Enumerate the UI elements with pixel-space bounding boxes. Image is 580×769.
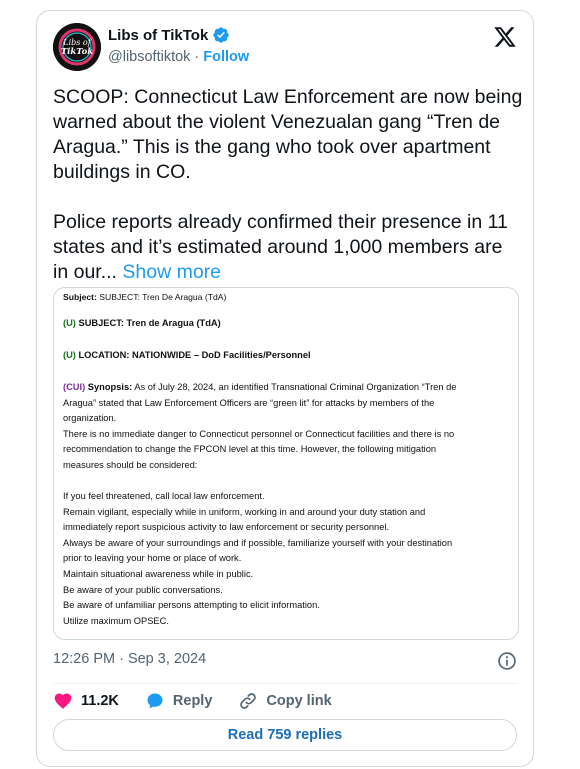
like-button[interactable]: 11.2K	[53, 691, 119, 711]
doc-measure-line: Be aware of unfamiliar persons attemptin…	[63, 600, 320, 610]
doc-synopsis-line: recommendation to change the FPCON level…	[63, 444, 437, 454]
avatar[interactable]: Libs of TikTok	[53, 23, 101, 71]
doc-measure-line: Be aware of your public conversations.	[63, 585, 223, 595]
avatar-image: Libs of TikTok	[53, 23, 101, 71]
verified-badge-icon	[212, 26, 230, 44]
tweet-text: SCOOP: Connecticut Law Enforcement are n…	[53, 85, 523, 285]
doc-synopsis-line: There is no immediate danger to Connecti…	[63, 429, 455, 439]
doc-measure-line: Remain vigilant, especially while in uni…	[63, 507, 426, 517]
like-count: 11.2K	[81, 693, 119, 709]
timestamp[interactable]: 12:26 PM · Sep 3, 2024	[53, 651, 206, 667]
read-replies-label: Read 759 replies	[227, 727, 343, 743]
read-replies-button[interactable]: Read 759 replies	[53, 719, 517, 751]
avatar-text-line1: Libs of	[62, 38, 92, 47]
heart-icon	[54, 693, 72, 709]
doc-synopsis-line: Aragua” stated that Law Enforcement Offi…	[63, 398, 435, 408]
display-name[interactable]: Libs of TikTok	[108, 27, 208, 44]
reply-button[interactable]: Reply	[145, 691, 213, 711]
attached-document-image[interactable]: Subject: SUBJECT: Tren De Aragua (TdA) (…	[53, 287, 519, 640]
action-bar: 11.2K Reply Copy link	[53, 689, 358, 713]
doc-measure-line: prior to leaving your home or place of w…	[63, 553, 242, 563]
doc-synopsis-line: measures should be considered:	[63, 460, 198, 470]
follow-button[interactable]: Follow	[203, 49, 249, 65]
doc-measure-line: Always be aware of your surroundings and…	[63, 538, 453, 548]
handle-row: @libsoftiktok · Follow	[108, 49, 249, 65]
tweet-header: Libs of TikTok Libs of TikTok @libsoftik…	[53, 23, 517, 71]
show-more-link[interactable]: Show more	[122, 261, 221, 283]
reply-bubble-icon	[147, 693, 163, 709]
avatar-text-line2: TikTok	[61, 47, 93, 57]
doc-measure-line: Maintain situational awareness while in …	[63, 569, 254, 579]
doc-location-line: (U) LOCATION: NATIONWIDE – DoD Facilitie…	[63, 350, 311, 360]
handle[interactable]: @libsoftiktok	[108, 49, 190, 65]
link-icon	[240, 693, 257, 709]
copy-link-label: Copy link	[266, 693, 332, 709]
doc-synopsis-line-1: (CUI) Synopsis: As of July 28, 2024, an …	[63, 382, 457, 392]
separator-dot: ·	[194, 49, 200, 65]
doc-subject-header: Subject: SUBJECT: Tren De Aragua (TdA)	[63, 292, 227, 302]
copy-link-button[interactable]: Copy link	[238, 691, 332, 711]
info-icon[interactable]	[497, 651, 517, 671]
doc-measure-line: Utilize maximum OPSEC.	[63, 616, 169, 626]
divider	[53, 683, 517, 684]
tweet-card: Libs of TikTok Libs of TikTok @libsoftik…	[36, 10, 534, 767]
doc-subject-line: (U) SUBJECT: Tren de Aragua (TdA)	[63, 318, 221, 328]
name-row: Libs of TikTok	[108, 26, 230, 44]
doc-measure-line: immediately report suspicious activity t…	[63, 522, 390, 532]
doc-measure-line: If you feel threatened, call local law e…	[63, 491, 265, 501]
doc-synopsis-line: organization.	[63, 413, 117, 423]
reply-label: Reply	[172, 693, 213, 709]
x-logo-icon[interactable]	[493, 25, 517, 49]
tweet-paragraph-1: SCOOP: Connecticut Law Enforcement are n…	[53, 86, 528, 183]
